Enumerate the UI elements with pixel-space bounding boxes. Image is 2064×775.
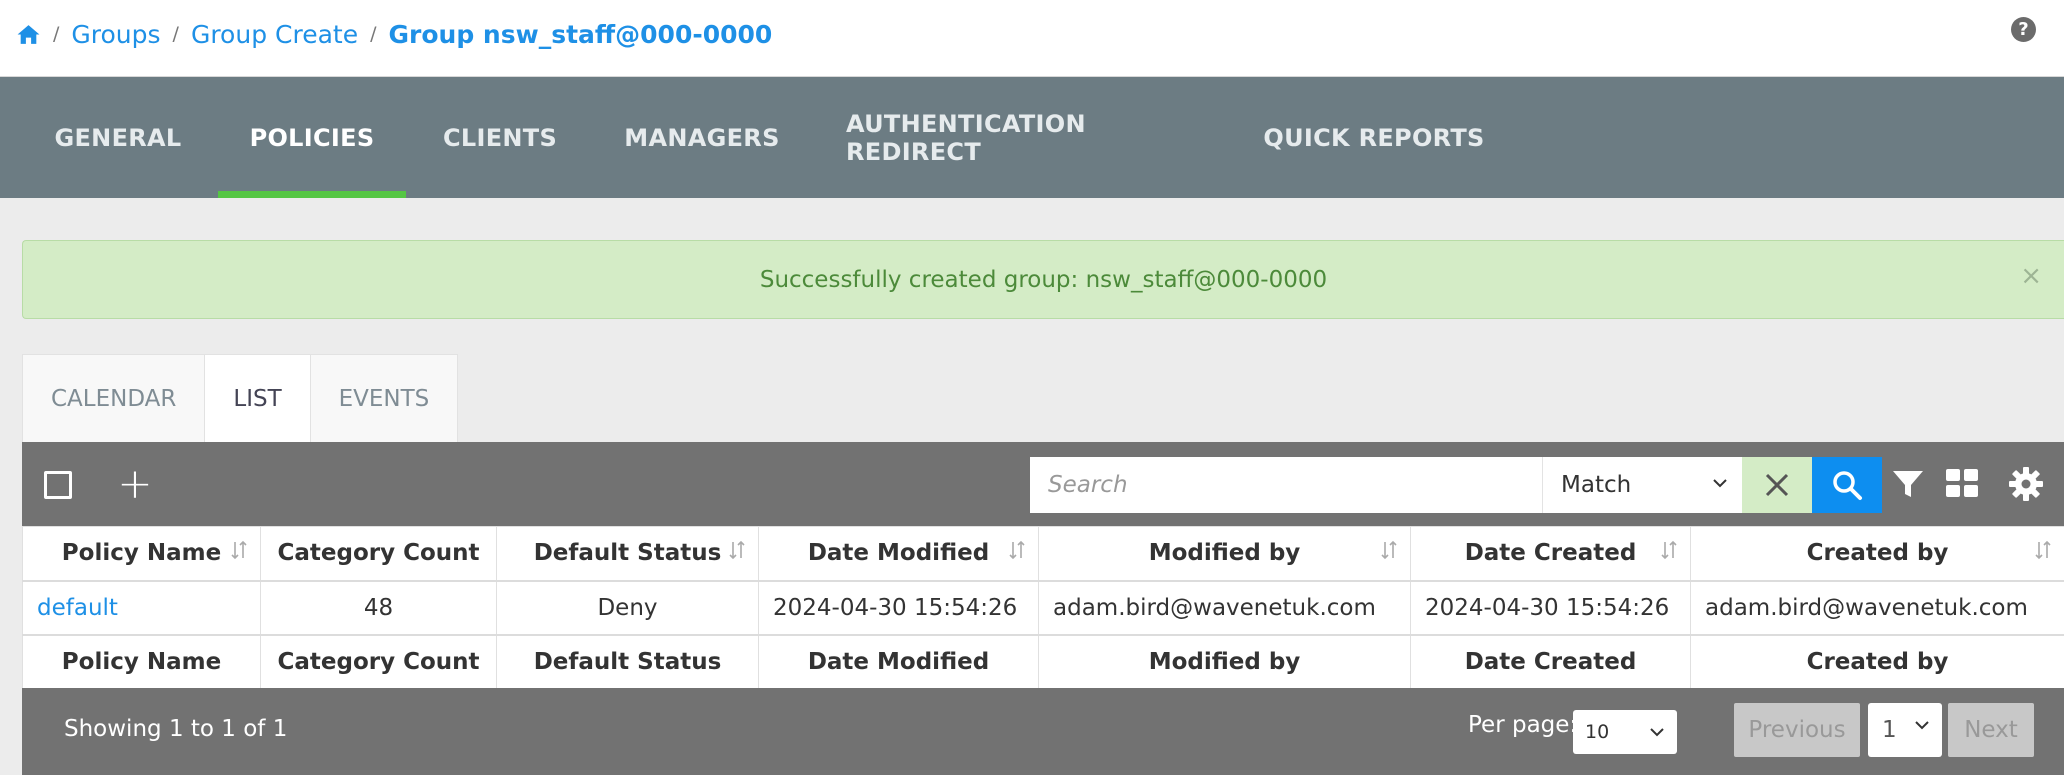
alert-message: Successfully created group: nsw_staff@00…: [759, 266, 1328, 293]
breadcrumb-separator: /: [172, 23, 179, 45]
tab-clients[interactable]: CLIENTS: [428, 77, 572, 198]
breadcrumb-separator: /: [53, 23, 60, 45]
per-page-value: 10: [1585, 721, 1610, 743]
main-nav: GENERAL POLICIES CLIENTS MANAGERS AUTHEN…: [0, 77, 2064, 198]
per-page-label: Per page:: [1468, 712, 1578, 738]
plus-icon[interactable]: +: [115, 463, 155, 505]
date-created-cell: 2024-04-30 15:54:26: [1410, 580, 1691, 635]
clear-icon: [1765, 473, 1789, 497]
success-alert: Successfully created group: nsw_staff@00…: [22, 240, 2064, 319]
chevron-down-icon: [1713, 479, 1727, 488]
tab-list[interactable]: LIST: [205, 354, 311, 442]
breadcrumb-separator: /: [370, 23, 377, 45]
policy-name-link[interactable]: default: [22, 580, 261, 635]
sort-icon[interactable]: [230, 539, 248, 561]
category-count-cell: 48: [260, 580, 497, 635]
tab-authentication-redirect[interactable]: AUTHENTICATION REDIRECT: [846, 77, 1202, 198]
select-all-checkbox[interactable]: [44, 471, 72, 499]
column-header-created-by[interactable]: Created by: [1690, 526, 2064, 582]
breadcrumb-groups[interactable]: Groups: [71, 20, 160, 49]
table-header-row: Policy Name Category Count Default Statu…: [22, 526, 2064, 582]
breadcrumb-current-group[interactable]: Group nsw_staff@000-0000: [389, 20, 773, 49]
grid-icon[interactable]: [1944, 466, 1980, 502]
view-tabs: CALENDAR LIST EVENTS: [22, 354, 459, 442]
per-page-select[interactable]: 10: [1573, 710, 1677, 754]
modified-by-cell: adam.bird@wavenetuk.com: [1038, 580, 1411, 635]
filter-icon[interactable]: [1890, 466, 1926, 502]
column-header-date-created[interactable]: Date Created: [1410, 526, 1691, 582]
chevron-down-icon: [1915, 721, 1929, 730]
policies-table: Policy Name Category Count Default Statu…: [22, 526, 2064, 689]
sort-icon[interactable]: [728, 539, 746, 561]
tab-general[interactable]: GENERAL: [40, 77, 196, 198]
top-bar: / Groups / Group Create / Group nsw_staf…: [0, 0, 2064, 77]
search-button[interactable]: [1812, 457, 1882, 513]
showing-count: Showing 1 to 1 of 1: [64, 716, 288, 742]
tab-calendar[interactable]: CALENDAR: [22, 354, 206, 442]
column-header-category-count[interactable]: Category Count: [260, 526, 497, 582]
created-by-cell: adam.bird@wavenetuk.com: [1690, 580, 2064, 635]
tab-events[interactable]: EVENTS: [310, 354, 459, 442]
chevron-down-icon: [1650, 728, 1664, 737]
tab-quick-reports[interactable]: QUICK REPORTS: [1262, 77, 1486, 198]
sort-icon[interactable]: [1660, 539, 1678, 561]
tab-managers[interactable]: MANAGERS: [612, 77, 792, 198]
footer-header-date-modified: Date Modified: [758, 633, 1039, 689]
tab-policies[interactable]: POLICIES: [218, 77, 406, 198]
breadcrumb: / Groups / Group Create / Group nsw_staf…: [16, 16, 772, 52]
list-toolbar: + Match: [22, 442, 2064, 526]
search-input[interactable]: [1030, 457, 1542, 513]
footer-header-created-by: Created by: [1690, 633, 2064, 689]
column-header-default-status[interactable]: Default Status: [496, 526, 759, 582]
footer-header-category-count: Category Count: [260, 633, 497, 689]
match-select-value: Match: [1561, 472, 1632, 498]
question-circle-icon[interactable]: ?: [2011, 17, 2036, 42]
gear-icon[interactable]: [2008, 466, 2044, 502]
date-modified-cell: 2024-04-30 15:54:26: [758, 580, 1039, 635]
footer-header-default-status: Default Status: [496, 633, 759, 689]
footer-header-policy-name: Policy Name: [22, 633, 261, 689]
column-header-modified-by[interactable]: Modified by: [1038, 526, 1411, 582]
column-header-date-modified[interactable]: Date Modified: [758, 526, 1039, 582]
close-icon[interactable]: ×: [2020, 263, 2042, 289]
sort-icon[interactable]: [1008, 539, 1026, 561]
clear-search-button[interactable]: [1742, 457, 1812, 513]
footer-header-modified-by: Modified by: [1038, 633, 1411, 689]
sort-icon[interactable]: [2034, 539, 2052, 561]
home-icon[interactable]: [16, 22, 41, 47]
footer-header-date-created: Date Created: [1410, 633, 1691, 689]
page-value: 1: [1882, 717, 1897, 743]
default-status-cell: Deny: [496, 580, 759, 635]
table-row[interactable]: default 48 Deny 2024-04-30 15:54:26 adam…: [22, 580, 2064, 635]
table-footer-row: Policy Name Category Count Default Statu…: [22, 633, 2064, 689]
search-icon: [1833, 471, 1862, 500]
match-select[interactable]: Match: [1542, 457, 1742, 513]
pagination-bar: Showing 1 to 1 of 1 Per page: 10 Previou…: [22, 688, 2064, 775]
previous-button[interactable]: Previous: [1734, 703, 1860, 757]
column-header-policy-name[interactable]: Policy Name: [22, 526, 261, 582]
next-button[interactable]: Next: [1948, 703, 2034, 757]
sort-icon[interactable]: [1380, 539, 1398, 561]
page-select[interactable]: 1: [1868, 703, 1942, 757]
breadcrumb-group-create[interactable]: Group Create: [191, 20, 358, 49]
